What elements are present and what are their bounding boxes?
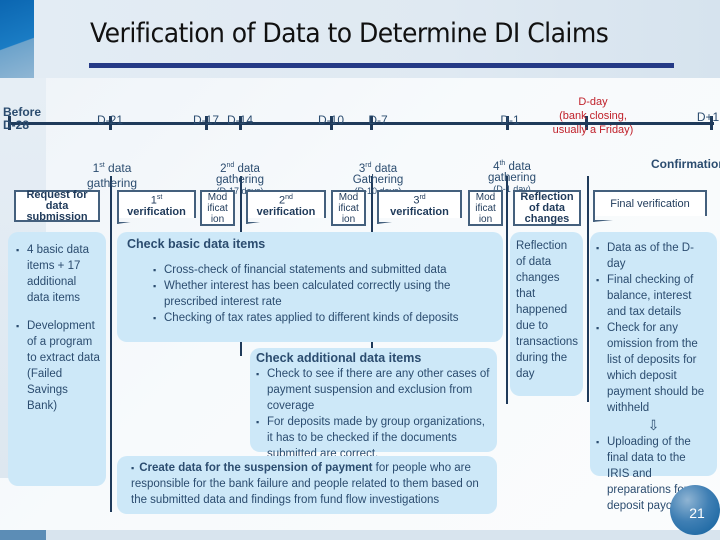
panel-text: Reflection of data changes that happened… [516,240,579,380]
panel-bold-text: Create data for the suspension of paymen… [139,462,373,474]
marker-d14: D-14 [226,113,254,127]
step-line: ion [341,213,356,225]
panel-final-verification: Data as of the D-day Final checking of b… [590,232,717,512]
marker-d1: D-1 [500,113,520,127]
step-line: Mod [207,191,228,203]
marker-before-d28: Before D-28 [3,106,41,132]
phase-line: gathering [86,176,138,190]
panel-title: Check additional data items [256,351,422,365]
step-3rd-verification: 3rd verification [377,190,462,218]
marker-line: D-28 [3,118,30,132]
panel-item: Checking of tax rates applied to differe… [153,310,483,326]
panel-data-submission: 4 basic data items + 17 additional data … [8,232,106,486]
phase-confirmation: Confirmation [651,157,720,171]
bottom-left-decoration [0,530,46,540]
marker-d10: D-10 [317,113,345,127]
step-final-verification: Final verification [593,190,707,216]
step-label: verification [256,205,316,218]
step-line: of data [528,201,566,214]
phase-line: Gathering [352,173,404,186]
phase-divider-4 [506,176,508,404]
step-reflection-of-data-changes: Reflection of data changes [513,190,581,226]
step-request-data-submission: Request for data submission [14,188,100,223]
panel-check-basic-data: Check basic data items Cross-check of fi… [117,232,503,342]
step-line: Mod [475,191,496,203]
step-label: Final verification [610,197,690,210]
step-modification-1: Mod ificat ion [200,190,235,226]
step-modification-2: Mod ificat ion [331,190,366,226]
phase-divider-1 [110,176,112,512]
panel-title: Check basic data items [127,237,266,251]
panel-item: Check to see if there are any other case… [256,366,491,414]
bottom-strip [46,530,720,540]
step-line: changes [524,212,570,225]
panel-suspension-of-payment: ▪ Create data for the suspension of paym… [117,456,497,514]
step-line: ificat [338,202,359,214]
step-line: Request for [26,188,88,201]
step-line: Mod [338,191,359,203]
phase-divider-5 [587,176,589,402]
marker-d-plus-1: D+1 [696,110,720,124]
corner-decoration [0,0,34,78]
step-line: submission [26,210,88,223]
panel-item: Check for any omission from the list of … [596,320,711,416]
step-line: data [45,199,69,212]
step-line: ion [478,213,493,225]
title-underline [89,63,674,68]
panel-item: Cross-check of financial statements and … [153,262,483,278]
marker-line: usually a Friday) [552,124,634,136]
step-line: Reflection [520,190,574,203]
step-line: ificat [207,202,228,214]
panel-item: Data as of the D-day [596,240,711,272]
down-arrow-icon: ⇩ [647,417,660,433]
phase-line: gathering [488,171,536,184]
phase-line: gathering [216,173,264,186]
marker-line: (bank closing, [559,110,627,122]
panel-item: 4 basic data items + 17 additional data … [16,242,100,306]
marker-dday: D-day (bank closing, usually a Friday) [540,95,646,137]
step-line: ificat [475,202,496,214]
page-number-badge: 21 [670,485,720,535]
phase-1st-data-gathering: 1st data gathering [86,161,138,190]
panel-item: Whether interest has been calculated cor… [153,278,483,310]
panel-item: Development of a program to extract data… [16,318,100,414]
panel-item: For deposits made by group organizations… [256,414,491,462]
panel-check-additional-data: Check additional data items Check to see… [250,348,497,460]
panel-item: Final checking of balance, interest and … [596,272,711,320]
step-modification-3: Mod ificat ion [468,190,503,226]
slide-title: Verification of Data to Determine DI Cla… [90,18,609,49]
step-2nd-verification: 2nd verification [246,190,326,218]
marker-d21: D-21 [96,113,124,127]
step-label: verification [127,205,186,218]
panel-reflection: Reflection of data changes that happened… [510,232,583,396]
marker-d7: D-7 [368,113,388,127]
step-label: verification [390,205,449,218]
step-1st-verification: 1st verification [117,190,196,218]
marker-line: D-day [578,96,608,108]
marker-d17: D-17 [192,113,220,127]
step-line: ion [210,213,225,225]
